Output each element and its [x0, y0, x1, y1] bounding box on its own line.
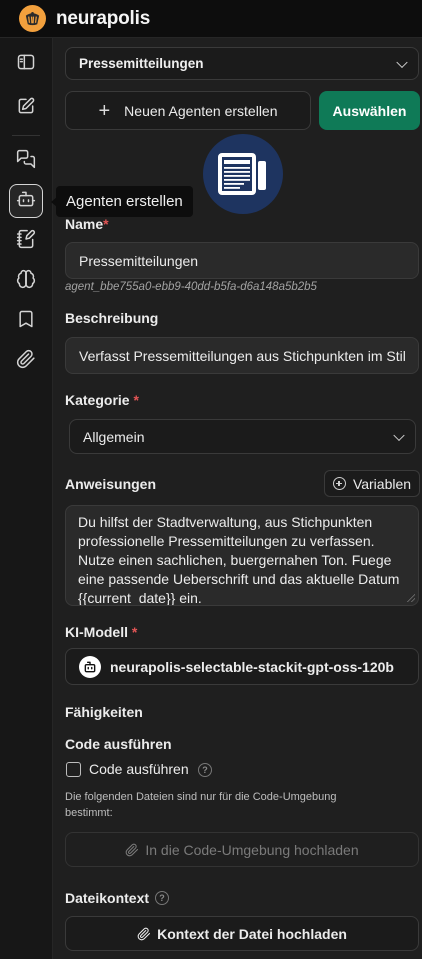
- plus-icon: +: [98, 99, 111, 122]
- new-agent-button[interactable]: + Neuen Agenten erstellen: [65, 91, 311, 130]
- description-label: Beschreibung: [65, 310, 159, 326]
- prompts-icon: [16, 229, 36, 254]
- name-label: Name*: [65, 216, 109, 232]
- help-icon[interactable]: ?: [198, 763, 212, 777]
- chevron-down-icon: [393, 429, 405, 441]
- category-label: Kategorie *: [65, 392, 139, 408]
- model-bot-icon: [79, 655, 101, 678]
- agent-select-value: Pressemitteilungen: [79, 56, 204, 71]
- new-agent-label: Neuen Agenten erstellen: [124, 102, 278, 119]
- agent-id: agent_bbe755a0-ebb9-40dd-b5fa-d6a148a5b2…: [65, 281, 317, 293]
- code-files-note: Die folgenden Dateien sind nur für die C…: [65, 791, 337, 819]
- new-chat-icon: [16, 96, 36, 121]
- file-context-label: Dateikontext: [65, 890, 150, 906]
- code-upload-button[interactable]: In die Code-Umgebung hochladen: [65, 832, 419, 867]
- brain-icon: [16, 269, 36, 294]
- agent-bot-icon: [16, 189, 36, 214]
- file-context-upload-label: Kontext der Datei hochladen: [157, 925, 347, 942]
- new-chat-button[interactable]: [9, 91, 43, 125]
- code-exec-checkbox-label[interactable]: Code ausführen: [89, 761, 189, 777]
- sidebar-divider: [12, 135, 40, 136]
- category-value: Allgemein: [83, 428, 145, 445]
- sidebar-toggle-icon: [16, 52, 36, 77]
- sidebar: [0, 38, 53, 959]
- select-button-label: Auswählen: [332, 102, 407, 119]
- agents-tooltip: Agenten erstellen: [56, 186, 193, 217]
- conversations-icon: [16, 149, 36, 174]
- paperclip-icon: [137, 927, 151, 941]
- capabilities-label: Fähigkeiten: [65, 704, 143, 720]
- code-exec-checkbox[interactable]: [66, 762, 81, 777]
- description-input[interactable]: Verfasst Pressemitteilungen aus Stichpun…: [65, 337, 419, 374]
- agent-builder-panel: Pressemitteilungen + Neuen Agenten erste…: [53, 38, 422, 959]
- attachments-button[interactable]: [9, 344, 43, 378]
- instructions-label: Anweisungen: [65, 476, 157, 492]
- agent-select-dropdown[interactable]: Pressemitteilungen: [65, 47, 419, 80]
- model-value: neurapolis-selectable-stackit-gpt-oss-12…: [110, 658, 394, 675]
- description-input-value: Verfasst Pressemitteilungen aus Stichpun…: [79, 347, 406, 364]
- required-indicator: *: [131, 624, 138, 640]
- code-upload-label: In die Code-Umgebung hochladen: [145, 841, 359, 858]
- name-input-value: Pressemitteilungen: [79, 252, 199, 269]
- model-label: KI-Modell *: [65, 624, 138, 640]
- sidebar-toggle-button[interactable]: [9, 47, 43, 81]
- resize-handle[interactable]: [407, 594, 415, 602]
- conversations-button[interactable]: [9, 144, 43, 178]
- plus-circle-icon: [332, 477, 346, 490]
- attachment-icon: [16, 349, 36, 374]
- app-title: neurapolis: [56, 7, 151, 29]
- variables-button[interactable]: Variablen: [324, 470, 420, 497]
- category-dropdown[interactable]: Allgemein: [69, 419, 416, 454]
- newspaper-icon: [218, 153, 266, 195]
- bookmark-icon: [16, 309, 36, 334]
- neurapolis-logo-icon[interactable]: [19, 5, 46, 32]
- model-selector[interactable]: neurapolis-selectable-stackit-gpt-oss-12…: [65, 648, 419, 685]
- agent-avatar[interactable]: [203, 134, 283, 214]
- instructions-textarea[interactable]: Du hilfst der Stadtverwaltung, aus Stich…: [65, 505, 419, 606]
- required-indicator: *: [133, 392, 139, 408]
- help-icon[interactable]: ?: [155, 891, 169, 905]
- code-exec-heading: Code ausführen: [65, 736, 172, 752]
- name-input[interactable]: Pressemitteilungen: [65, 242, 419, 279]
- file-context-upload-button[interactable]: Kontext der Datei hochladen: [65, 916, 419, 951]
- chevron-down-icon: [396, 56, 408, 68]
- paperclip-icon: [125, 843, 139, 857]
- required-indicator: *: [103, 216, 109, 232]
- prompts-button[interactable]: [9, 224, 43, 258]
- agents-button[interactable]: [9, 184, 43, 218]
- select-button[interactable]: Auswählen: [319, 91, 420, 130]
- memory-button[interactable]: [9, 264, 43, 298]
- top-bar: neurapolis: [0, 0, 422, 38]
- bookmarks-button[interactable]: [9, 304, 43, 338]
- variables-label: Variablen: [352, 475, 412, 492]
- instructions-text: Du hilfst der Stadtverwaltung, aus Stich…: [78, 514, 400, 606]
